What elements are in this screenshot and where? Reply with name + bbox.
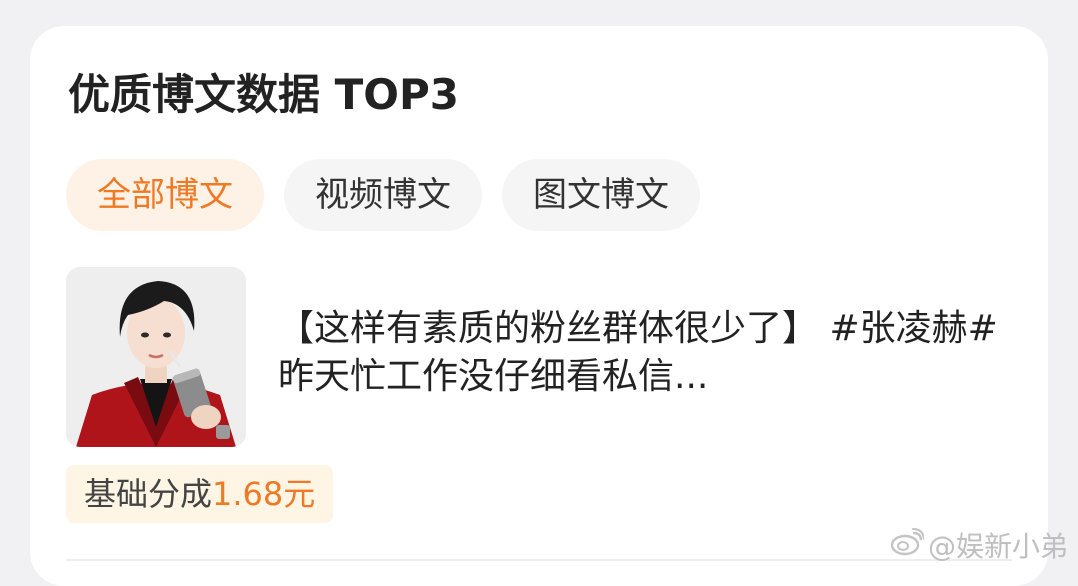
card-title: 优质博文数据 TOP3 (68, 70, 459, 119)
weibo-logo-icon (890, 527, 925, 566)
top-posts-card: 优质博文数据 TOP3 全部博文 视频博文 图文博文 【这样有素质的粉丝群体很少… (30, 26, 1048, 586)
post-thumbnail[interactable] (66, 267, 246, 447)
earnings-value: 1.68元 (212, 475, 316, 513)
tab-image-text-posts[interactable]: 图文博文 (502, 159, 700, 231)
divider (66, 559, 1012, 561)
post-thumbnail-image (66, 267, 246, 447)
earnings-label: 基础分成 (84, 475, 213, 513)
post-type-tabs: 全部博文 视频博文 图文博文 (66, 159, 700, 231)
tab-video-posts[interactable]: 视频博文 (284, 159, 482, 231)
tab-all-posts[interactable]: 全部博文 (66, 159, 264, 231)
watermark: @娱新小弟 (890, 527, 1068, 566)
watermark-text: @娱新小弟 (927, 529, 1068, 563)
post-item[interactable]: 【这样有素质的粉丝群体很少了】 #张凌赫# 昨天忙工作没仔细看私信... (66, 267, 1016, 447)
post-excerpt[interactable]: 【这样有素质的粉丝群体很少了】 #张凌赫# 昨天忙工作没仔细看私信... (278, 305, 998, 401)
earnings-badge: 基础分成1.68元 (66, 465, 334, 523)
